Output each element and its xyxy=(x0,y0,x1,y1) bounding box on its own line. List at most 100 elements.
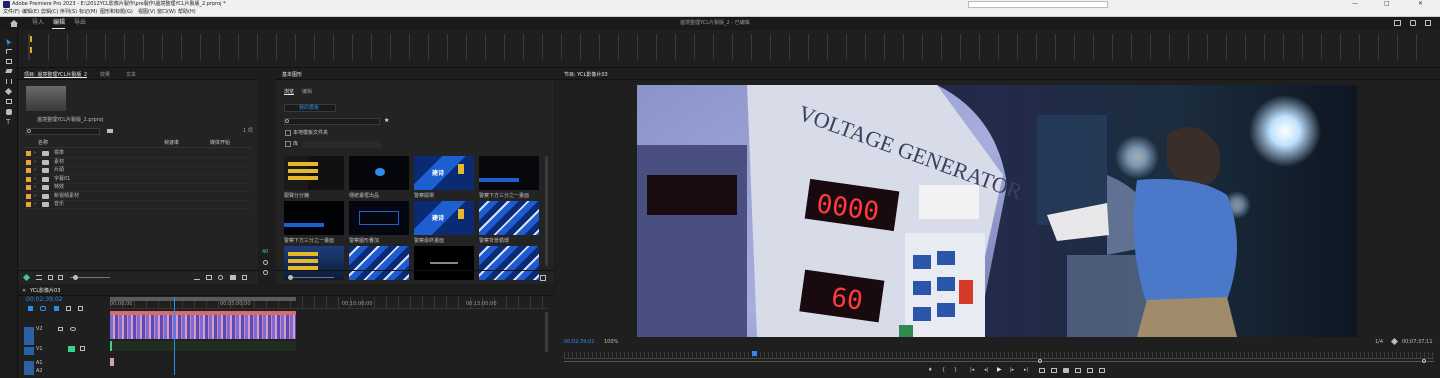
track-v2-toggle[interactable] xyxy=(24,327,34,345)
bin-item[interactable]: › 標準 xyxy=(24,150,251,158)
mark-in-icon[interactable]: { xyxy=(942,368,945,373)
column-media-start[interactable]: 媒体开始 xyxy=(210,141,230,146)
tab-text[interactable]: 文本 xyxy=(126,73,136,78)
share-icon[interactable] xyxy=(1394,20,1401,26)
vr-icon[interactable] xyxy=(1087,368,1093,373)
menu-markers[interactable]: 标记(M) xyxy=(79,10,97,15)
tab-program[interactable]: 节目: YCL影像片03 xyxy=(564,73,608,78)
freeform-view-icon[interactable] xyxy=(58,275,63,280)
eye-icon[interactable] xyxy=(70,327,76,331)
new-item-icon[interactable] xyxy=(242,275,247,280)
column-frame-rate[interactable]: 帧速率 xyxy=(164,141,179,146)
go-to-out-icon[interactable]: ▸| xyxy=(1024,368,1028,373)
zoom-level-dropdown[interactable]: 100% xyxy=(604,340,618,345)
tab-project[interactable]: 项目: 邊境整理YCL片製版_2 xyxy=(24,73,87,78)
multicam-icon[interactable] xyxy=(1099,368,1105,373)
disclosure-arrow-icon[interactable]: › xyxy=(34,151,36,156)
rectangle-icon[interactable] xyxy=(6,99,12,104)
template-thumbnail[interactable] xyxy=(349,201,409,235)
bin-item[interactable]: › 特效 xyxy=(24,184,251,192)
selection-tool-icon[interactable] xyxy=(6,39,12,46)
menu-clip[interactable]: 剪辑(C) xyxy=(41,10,58,15)
thumb-size-slider[interactable] xyxy=(290,277,334,278)
resolution-dropdown[interactable]: 1/4 xyxy=(1375,340,1383,345)
template-thumbnail[interactable]: 建诗 xyxy=(414,156,474,190)
ripple-edit-icon[interactable] xyxy=(6,59,12,64)
settings-wrench-icon[interactable] xyxy=(1390,337,1399,346)
timeline-timecode[interactable]: 00;02;39;02 xyxy=(26,297,63,303)
menu-edit[interactable]: 编辑(E) xyxy=(22,10,39,15)
local-templates-checkbox[interactable] xyxy=(285,130,291,136)
new-bin-icon[interactable] xyxy=(107,129,113,133)
disclosure-arrow-icon[interactable]: › xyxy=(34,185,36,190)
hand-icon[interactable] xyxy=(6,109,12,115)
fullscreen-icon[interactable] xyxy=(1410,20,1416,26)
mark-out-icon[interactable]: } xyxy=(954,368,957,373)
template-thumbnail[interactable] xyxy=(284,156,344,190)
work-area-bar[interactable] xyxy=(110,297,296,301)
thumb-size-handle[interactable] xyxy=(288,275,293,280)
column-name[interactable]: 名称 xyxy=(38,141,48,146)
solo-icon[interactable] xyxy=(263,260,268,265)
razor-icon[interactable] xyxy=(5,69,13,73)
panel-icon[interactable] xyxy=(1425,20,1431,26)
bin-item[interactable]: › 素材 xyxy=(24,159,251,167)
tab-effects[interactable]: 效果 xyxy=(100,73,110,78)
zoom-bar-handle-right[interactable] xyxy=(1422,359,1426,363)
template-thumbnail[interactable] xyxy=(479,201,539,235)
icon-view-icon[interactable] xyxy=(48,275,53,280)
pen-icon[interactable] xyxy=(4,87,13,96)
find-icon[interactable] xyxy=(218,275,223,280)
lock-icon[interactable] xyxy=(58,327,63,331)
project-search-input[interactable] xyxy=(26,128,100,135)
solo-s-icon[interactable] xyxy=(80,346,85,351)
list-view-icon[interactable] xyxy=(36,275,42,280)
zoom-slider-handle[interactable] xyxy=(73,275,78,280)
track-v1-toggle[interactable] xyxy=(24,347,34,355)
menu-sequence[interactable]: 序列(S) xyxy=(60,10,77,15)
timeline-vscroll[interactable] xyxy=(545,312,548,352)
pencil-icon[interactable] xyxy=(22,273,31,282)
title-search-box[interactable] xyxy=(968,1,1108,8)
bin-item[interactable]: › 音乐 xyxy=(24,201,251,209)
zoom-bar-handle-left[interactable] xyxy=(1038,359,1042,363)
disclosure-arrow-icon[interactable]: › xyxy=(34,176,36,182)
monitor-playhead[interactable] xyxy=(752,351,757,356)
template-search-input[interactable] xyxy=(284,118,380,125)
subtab-edit[interactable]: 编辑 xyxy=(302,90,312,95)
subtab-browse[interactable]: 浏览 xyxy=(284,90,294,95)
track-select-icon[interactable] xyxy=(6,49,12,54)
video-frame[interactable]: VOLTAGE GENERATOR 0000 60 xyxy=(637,85,1357,337)
tab-edit[interactable]: 编辑 xyxy=(53,20,65,26)
minimize-button[interactable]: — xyxy=(1352,1,1358,7)
menu-graphics[interactable]: 图形和标题(G) xyxy=(100,10,133,15)
type-tool-icon[interactable]: T xyxy=(6,119,10,126)
monitor-scrub-bar[interactable] xyxy=(564,352,1434,359)
bin-item[interactable]: › 字幕01 xyxy=(24,176,251,184)
new-template-icon[interactable] xyxy=(540,275,546,281)
disclosure-arrow-icon[interactable]: › xyxy=(34,168,36,173)
playhead-timecode[interactable]: 00;02;39;02 xyxy=(564,340,595,345)
tab-essential-graphics[interactable]: 基本图形 xyxy=(282,73,302,78)
add-marker-icon[interactable]: ♦ xyxy=(928,368,932,373)
disclosure-arrow-icon[interactable]: › xyxy=(34,159,36,165)
tab-sequence[interactable]: YCL影像片03 xyxy=(30,289,60,294)
menu-file[interactable]: 文件(F) xyxy=(3,10,20,15)
menu-window[interactable]: 窗口(W) xyxy=(157,10,176,15)
lift-icon[interactable] xyxy=(1039,368,1045,373)
library-checkbox[interactable] xyxy=(285,141,291,147)
disclosure-arrow-icon[interactable]: › xyxy=(34,193,36,199)
template-thumbnail[interactable] xyxy=(479,156,539,190)
close-button[interactable]: ✕ xyxy=(1418,1,1423,7)
go-to-in-icon[interactable]: |◂ xyxy=(970,368,974,373)
home-icon[interactable] xyxy=(10,20,18,27)
mute-m-button[interactable] xyxy=(68,346,75,352)
sort-icon[interactable] xyxy=(194,275,200,280)
compare-icon[interactable] xyxy=(1075,368,1081,373)
timeline-playhead[interactable] xyxy=(174,297,175,375)
template-source-dropdown[interactable]: 我的模板 xyxy=(284,104,336,112)
audio-clip-track[interactable] xyxy=(110,341,296,351)
menu-view[interactable]: 视图(V) xyxy=(138,10,155,15)
step-back-icon[interactable]: ◂| xyxy=(984,368,988,373)
slip-icon[interactable] xyxy=(6,79,12,84)
